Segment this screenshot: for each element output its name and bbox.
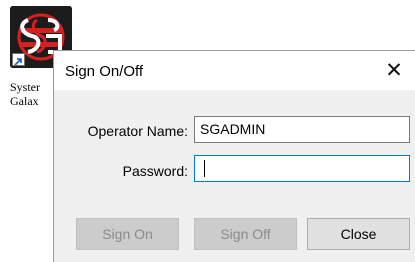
close-button[interactable]: Close — [307, 218, 410, 250]
password-label: Password: — [122, 163, 188, 179]
dialog-title: Sign On/Off — [65, 63, 144, 80]
dialog-titlebar[interactable]: Sign On/Off ✕ — [54, 51, 415, 90]
text-caret — [204, 160, 205, 177]
operator-name-field[interactable]: SGADMIN — [194, 116, 410, 143]
password-field[interactable] — [194, 155, 410, 182]
sign-on-button[interactable]: Sign On — [76, 218, 179, 250]
sign-off-button[interactable]: Sign Off — [194, 218, 297, 250]
close-icon[interactable]: ✕ — [381, 58, 407, 84]
shortcut-arrow-icon — [12, 53, 25, 66]
operator-name-label: Operator Name: — [87, 123, 188, 139]
sign-on-off-dialog: Sign On/Off ✕ Operator Name: SGADMIN Pas… — [53, 50, 415, 262]
